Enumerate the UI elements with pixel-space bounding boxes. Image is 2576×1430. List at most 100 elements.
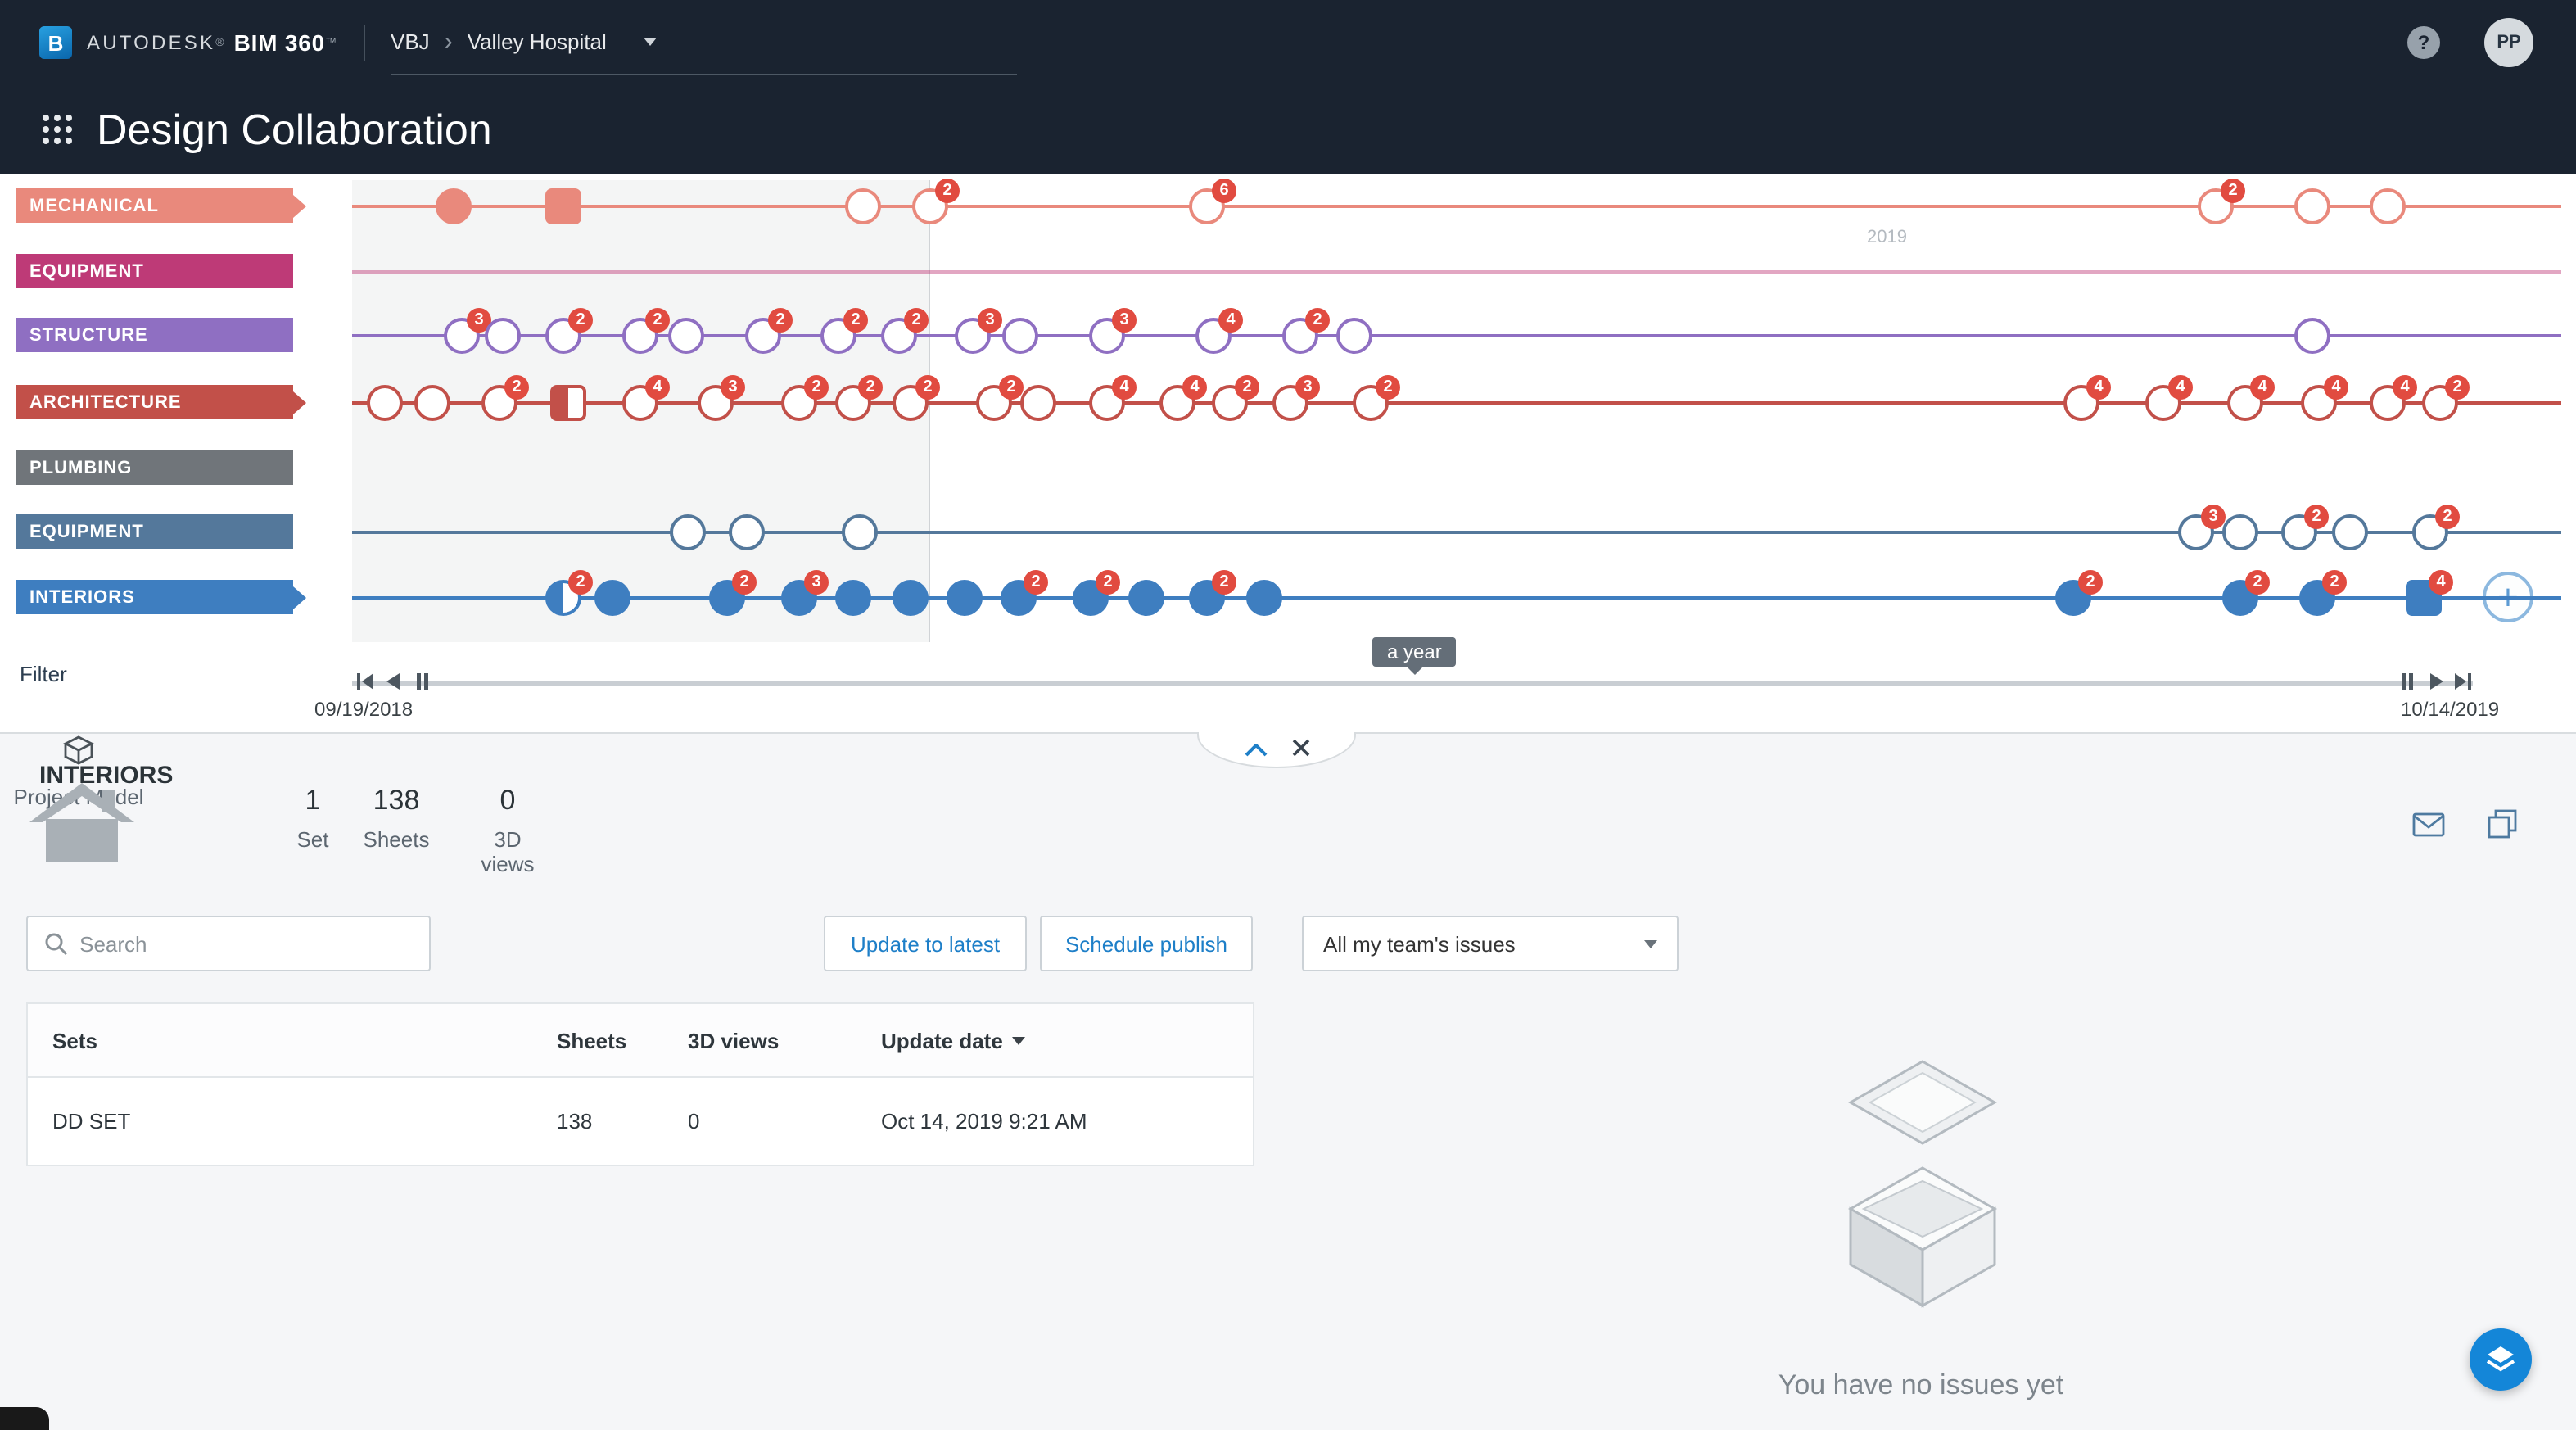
package-node-structure[interactable] xyxy=(485,318,521,354)
package-node-mechanical[interactable]: 2 xyxy=(2198,179,2245,224)
package-node-mechanical[interactable]: 2 xyxy=(912,179,960,224)
scrubber-step-forward-icon[interactable] xyxy=(2424,668,2448,693)
package-node-architecture[interactable]: 2 xyxy=(976,375,1024,421)
scrubber-handle-left[interactable] xyxy=(409,668,434,693)
package-node-structure[interactable] xyxy=(1002,318,1038,354)
package-node-interiors[interactable] xyxy=(947,580,983,616)
package-node-structure[interactable]: 4 xyxy=(1195,308,1243,354)
export-sheets-button[interactable] xyxy=(2481,803,2524,845)
package-node-interiors[interactable] xyxy=(1128,580,1164,616)
package-node-interiors[interactable] xyxy=(594,580,630,616)
schedule-publish-button[interactable]: Schedule publish xyxy=(1040,916,1253,971)
chat-button[interactable] xyxy=(2470,1328,2532,1391)
package-node-structure[interactable]: 2 xyxy=(1282,308,1330,354)
package-node-architecture[interactable]: 3 xyxy=(698,375,745,421)
issues-filter-dropdown[interactable]: All my team's issues xyxy=(1302,916,1679,971)
package-node-interiors[interactable]: 2 xyxy=(709,570,757,616)
scrubber-skip-start-icon[interactable] xyxy=(352,668,377,693)
scrubber-skip-end-icon[interactable] xyxy=(2450,668,2474,693)
app-switcher-icon[interactable] xyxy=(43,115,72,144)
package-node-mechanical[interactable] xyxy=(2370,188,2406,224)
email-button[interactable] xyxy=(2407,803,2450,845)
package-node-architecture[interactable]: 4 xyxy=(2301,375,2348,421)
scrubber-handle-right[interactable] xyxy=(2394,668,2419,693)
package-node-architecture[interactable]: 2 xyxy=(781,375,829,421)
package-node-interiors[interactable]: 4 xyxy=(2406,570,2453,616)
package-node-interiors[interactable] xyxy=(1246,580,1282,616)
package-node-equipment-2[interactable]: 2 xyxy=(2281,505,2329,550)
package-node-architecture[interactable] xyxy=(367,385,403,421)
package-node-interiors[interactable]: 2 xyxy=(545,570,593,616)
package-node-structure[interactable]: 2 xyxy=(881,308,929,354)
package-node-interiors[interactable]: 2 xyxy=(2055,570,2103,616)
package-node-architecture[interactable]: 2 xyxy=(835,375,883,421)
package-node-equipment-2[interactable] xyxy=(2222,514,2258,550)
package-node-architecture[interactable]: 4 xyxy=(1089,375,1137,421)
package-node-equipment-2[interactable] xyxy=(729,514,765,550)
package-node-structure[interactable]: 3 xyxy=(444,308,491,354)
package-node-architecture[interactable] xyxy=(1020,385,1056,421)
package-node-mechanical[interactable] xyxy=(436,188,472,224)
table-row[interactable]: DD SET 138 0 Oct 14, 2019 9:21 AM xyxy=(28,1078,1253,1165)
package-node-mechanical[interactable] xyxy=(545,188,581,224)
project-dropdown-caret-icon[interactable] xyxy=(644,38,658,46)
package-node-interiors[interactable]: 2 xyxy=(2222,570,2270,616)
package-node-architecture[interactable]: 3 xyxy=(1272,375,1320,421)
package-node-architecture[interactable] xyxy=(414,385,450,421)
package-node-structure[interactable] xyxy=(1336,318,1372,354)
help-button[interactable]: ? xyxy=(2407,26,2440,59)
avatar[interactable]: PP xyxy=(2484,18,2533,67)
collapse-chevron-up-button[interactable] xyxy=(1244,735,1267,764)
close-panel-button[interactable] xyxy=(1291,735,1309,764)
package-node-architecture[interactable]: 4 xyxy=(2145,375,2193,421)
package-node-structure[interactable]: 2 xyxy=(545,308,593,354)
package-node-structure[interactable]: 2 xyxy=(820,308,868,354)
breadcrumb-project[interactable]: Valley Hospital xyxy=(468,29,607,54)
package-node-architecture[interactable]: 4 xyxy=(622,375,670,421)
sidebar-item-structure-2[interactable]: STRUCTURE xyxy=(16,318,293,352)
package-node-interiors[interactable]: 3 xyxy=(781,570,829,616)
package-node-structure[interactable] xyxy=(668,318,704,354)
package-node-mechanical[interactable] xyxy=(2294,188,2330,224)
package-node-interiors[interactable] xyxy=(893,580,929,616)
package-node-architecture[interactable]: 4 xyxy=(2227,375,2275,421)
package-node-architecture[interactable]: 2 xyxy=(2422,375,2470,421)
breadcrumb-hub[interactable]: VBJ xyxy=(391,29,430,54)
package-node-interiors[interactable] xyxy=(835,580,871,616)
package-node-equipment-2[interactable]: 2 xyxy=(2412,505,2460,550)
sidebar-item-mechanical-0[interactable]: MECHANICAL xyxy=(16,188,293,223)
package-node-equipment-2[interactable] xyxy=(670,514,706,550)
package-node-architecture[interactable]: 2 xyxy=(1212,375,1259,421)
column-header-update-date[interactable]: Update date xyxy=(856,1028,1253,1052)
package-node-mechanical[interactable] xyxy=(845,188,881,224)
filter-link[interactable]: Filter xyxy=(20,662,67,686)
package-node-structure[interactable]: 3 xyxy=(955,308,1002,354)
package-node-structure[interactable]: 2 xyxy=(622,308,670,354)
package-node-interiors[interactable]: 2 xyxy=(1073,570,1120,616)
package-node-architecture[interactable]: 4 xyxy=(2370,375,2417,421)
package-node-architecture[interactable]: 4 xyxy=(1159,375,1207,421)
package-node-architecture[interactable]: 2 xyxy=(481,375,529,421)
scrubber-step-back-icon[interactable] xyxy=(380,668,404,693)
package-node-architecture[interactable]: 2 xyxy=(893,375,940,421)
package-node-equipment-2[interactable] xyxy=(842,514,878,550)
package-node-interiors[interactable]: 2 xyxy=(1001,570,1048,616)
timeline-scrubber-track[interactable] xyxy=(352,681,2473,686)
package-node-equipment-2[interactable]: 3 xyxy=(2178,505,2226,550)
package-node-interiors[interactable]: 2 xyxy=(2299,570,2347,616)
package-node-architecture[interactable] xyxy=(550,385,586,421)
sidebar-item-equipment-1[interactable]: EQUIPMENT xyxy=(16,254,293,288)
package-node-structure[interactable]: 3 xyxy=(1089,308,1137,354)
search-input[interactable] xyxy=(79,931,413,956)
package-node-architecture[interactable]: 4 xyxy=(2063,375,2111,421)
package-node-equipment-2[interactable] xyxy=(2332,514,2368,550)
sidebar-item-interiors-6[interactable]: INTERIORS xyxy=(16,580,293,614)
sidebar-item-architecture-3[interactable]: ARCHITECTURE xyxy=(16,385,293,419)
package-node-mechanical[interactable]: 6 xyxy=(1189,179,1236,224)
package-node-interiors[interactable]: 2 xyxy=(1189,570,1236,616)
update-to-latest-button[interactable]: Update to latest xyxy=(824,916,1027,971)
package-node-structure[interactable] xyxy=(2294,318,2330,354)
sidebar-item-equipment-5[interactable]: EQUIPMENT xyxy=(16,514,293,549)
package-node-structure[interactable]: 2 xyxy=(745,308,793,354)
search-box[interactable] xyxy=(26,916,431,971)
